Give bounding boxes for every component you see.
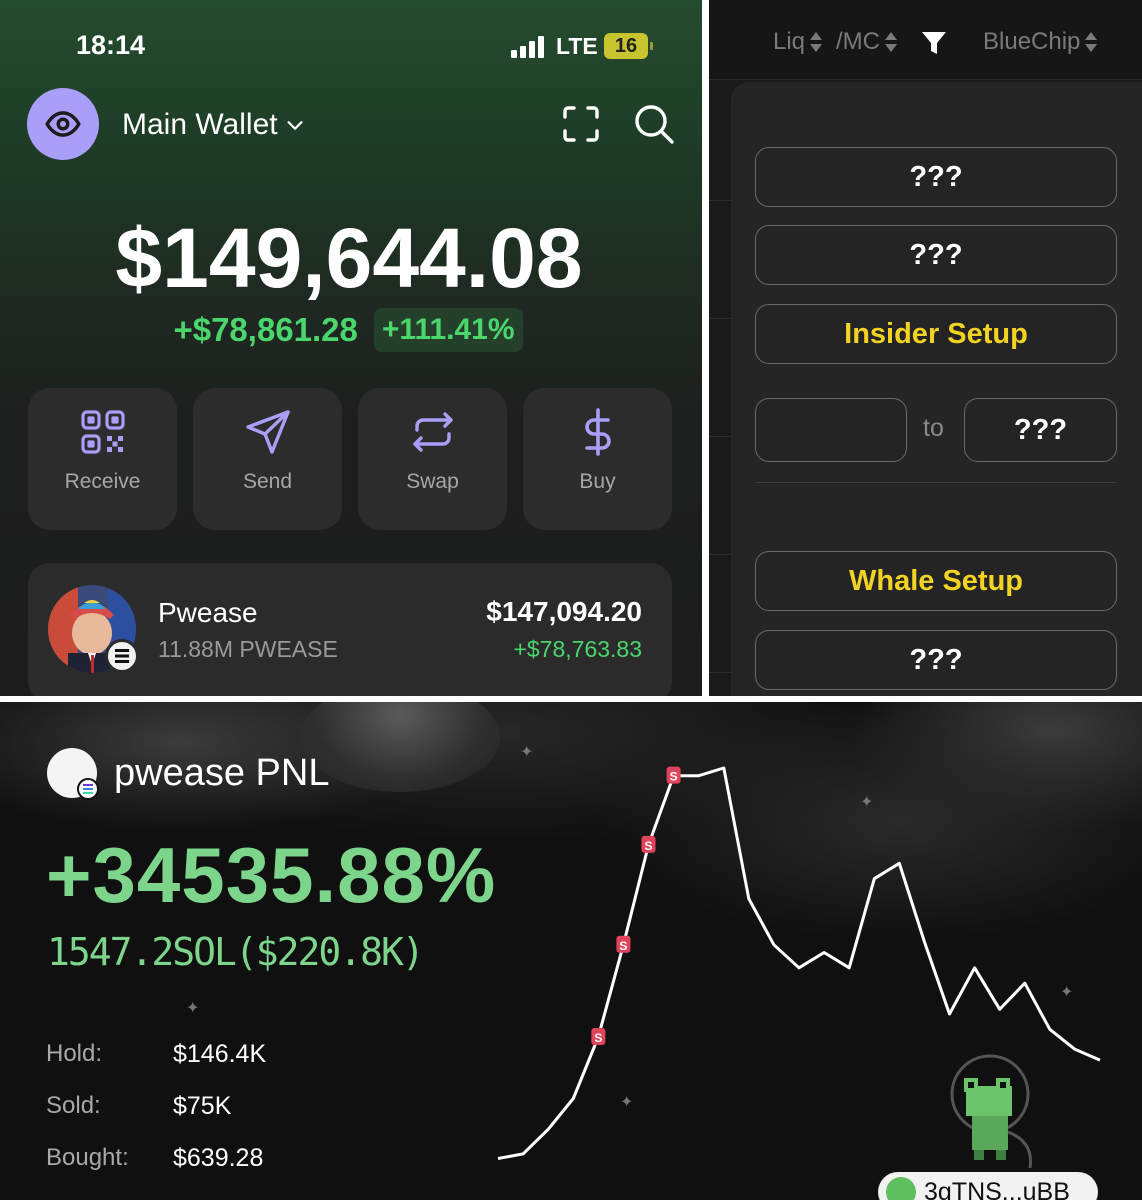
svg-text:S: S	[670, 770, 678, 784]
range-from-input[interactable]	[755, 398, 907, 462]
bought-value: $639.28	[173, 1144, 264, 1172]
sort-icon	[885, 32, 897, 52]
qr-code-icon	[80, 410, 125, 454]
balance-change: +$78,861.28 +111.41%	[0, 308, 702, 352]
wallet-screen: 18:14 LTE 16 Main Wallet $149,644.08 +$7…	[0, 0, 702, 696]
token-row-pwease[interactable]: Pwease 11.88M PWEASE $147,094.20 +$78,76…	[28, 563, 672, 696]
pnl-percent: +34535.88%	[46, 831, 497, 919]
wallet-selector[interactable]: Main Wallet	[122, 108, 306, 142]
wallet-balance: $149,644.08	[115, 211, 583, 305]
receive-button[interactable]: Receive	[28, 388, 177, 530]
range-to-label: to	[923, 414, 944, 442]
swap-label: Swap	[406, 470, 459, 493]
hold-value: $146.4K	[173, 1040, 267, 1068]
token-name: Pwease	[158, 597, 258, 628]
pnl-sol-amount: 1547.2SOL($220.8K)	[47, 930, 425, 974]
buy-button[interactable]: Buy	[523, 388, 672, 530]
solana-badge-icon	[105, 639, 139, 673]
sort-mc[interactable]: /MC	[836, 28, 898, 56]
swap-icon	[412, 412, 453, 452]
network-type: LTE	[556, 33, 598, 59]
token-gain: +$78,763.83	[513, 636, 642, 662]
mc-header: /MC	[836, 28, 880, 55]
dollar-icon	[584, 408, 611, 456]
pnl-card: ✦ ✦ ✦ ✦ ✦ pwease PNL +34535.88% 1547.2SO…	[0, 702, 1142, 1200]
frog-avatar-icon	[886, 1177, 916, 1200]
insider-setup-button[interactable]: Insider Setup	[755, 304, 1117, 364]
change-percent-badge: +111.41%	[373, 308, 523, 352]
pnl-title: pwease PNL	[114, 752, 330, 794]
signal-icon	[511, 36, 549, 58]
filter-screen: Liq /MC BlueChip ??? ??? Insider Setup t…	[709, 0, 1142, 696]
chevron-down-icon	[287, 121, 303, 130]
svg-text:S: S	[619, 939, 627, 953]
sparkle-icon: ✦	[186, 1000, 200, 1017]
status-time: 18:14	[76, 30, 146, 60]
sold-value: $75K	[173, 1092, 232, 1120]
svg-text:S: S	[594, 1031, 602, 1045]
preset-button-1[interactable]: ???	[755, 147, 1117, 207]
preset-button-3[interactable]: ???	[755, 630, 1117, 690]
whale-setup-button[interactable]: Whale Setup	[755, 551, 1117, 611]
sort-icon	[1085, 32, 1098, 52]
hold-label: Hold:	[46, 1040, 103, 1067]
range-to-input[interactable]: ???	[964, 398, 1117, 462]
svg-text:S: S	[644, 839, 652, 853]
liq-header: Liq	[773, 28, 806, 55]
preset-button-2[interactable]: ???	[755, 225, 1117, 285]
change-amount: +$78,861.28	[173, 311, 358, 348]
sell-marker: S	[666, 766, 681, 784]
swap-button[interactable]: Swap	[358, 388, 507, 530]
sort-bluechip[interactable]: BlueChip	[983, 28, 1098, 56]
status-bar: 18:14 LTE 16	[0, 0, 702, 90]
frog-astronaut-icon	[950, 1054, 1033, 1169]
wallet-address-pill: 3gTNS...uBB	[878, 1172, 1098, 1200]
wallet-avatar-eye-icon[interactable]	[27, 88, 99, 160]
send-label: Send	[242, 470, 293, 493]
divider	[755, 482, 1117, 483]
search-icon[interactable]	[632, 102, 676, 146]
sell-marker: S	[616, 935, 631, 953]
send-icon	[245, 410, 290, 454]
token-value: $147,094.20	[486, 596, 642, 627]
sold-label: Sold:	[46, 1092, 101, 1119]
bought-label: Bought:	[46, 1144, 129, 1171]
sort-liq[interactable]: Liq	[773, 28, 823, 56]
column-headers: Liq /MC BlueChip	[709, 0, 1142, 80]
scan-icon[interactable]	[561, 104, 601, 144]
filter-icon[interactable]	[921, 30, 947, 56]
sell-marker: S	[641, 835, 656, 853]
send-button[interactable]: Send	[193, 388, 342, 530]
action-buttons: Receive Send Swap Buy	[28, 388, 672, 530]
sort-icon	[810, 32, 823, 52]
wallet-address: 3gTNS...uBB	[924, 1177, 1070, 1200]
buy-label: Buy	[579, 470, 616, 493]
battery-icon: 16	[604, 33, 653, 59]
sell-marker: S	[591, 1028, 606, 1046]
solana-badge-icon	[77, 778, 99, 800]
receive-label: Receive	[64, 470, 141, 493]
token-amount: 11.88M PWEASE	[158, 636, 338, 662]
bluechip-header: BlueChip	[983, 28, 1081, 55]
divider	[702, 0, 709, 700]
moon-background	[300, 702, 500, 792]
wallet-name: Main Wallet	[122, 108, 278, 141]
